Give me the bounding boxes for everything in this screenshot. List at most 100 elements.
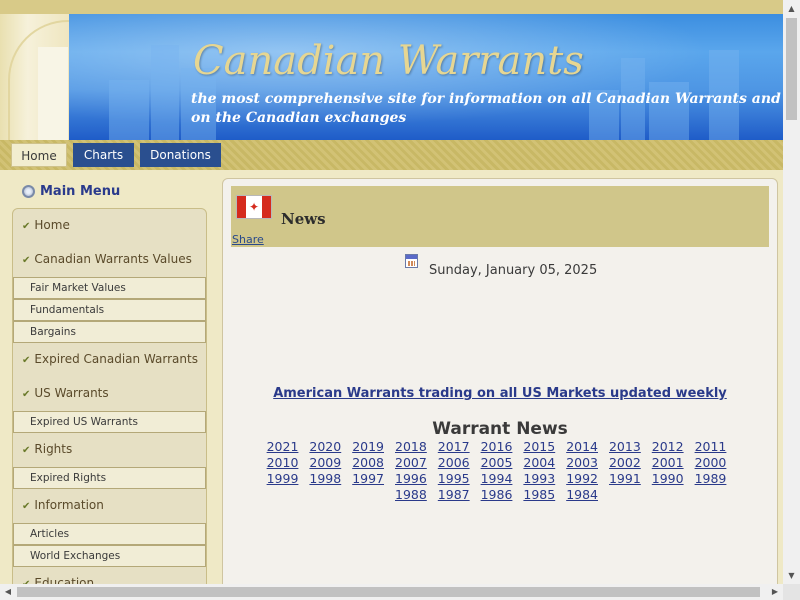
maple-leaf-icon: ✦: [248, 200, 260, 214]
menu-item-us-warrants[interactable]: ✔ US Warrants: [13, 377, 206, 411]
scroll-right-arrow-icon[interactable]: ▶: [767, 584, 783, 600]
year-link[interactable]: 2003: [566, 455, 605, 470]
vertical-scrollbar[interactable]: ▲ ▼: [783, 0, 800, 584]
menu-item-label: Rights: [34, 442, 73, 456]
year-link[interactable]: 2011: [695, 439, 734, 454]
year-link[interactable]: 2006: [438, 455, 477, 470]
us-warrants-link[interactable]: American Warrants trading on all US Mark…: [223, 386, 777, 401]
skyline-building: [151, 45, 179, 140]
year-link[interactable]: 2005: [481, 455, 520, 470]
calendar-icon: [405, 254, 418, 268]
year-link[interactable]: 2004: [523, 455, 562, 470]
year-link[interactable]: 2013: [609, 439, 648, 454]
year-link[interactable]: 2001: [652, 455, 691, 470]
decorative-pillar: [38, 47, 68, 152]
year-link[interactable]: 2009: [309, 455, 348, 470]
site-tagline: the most comprehensive site for informat…: [191, 90, 783, 128]
year-link[interactable]: 1997: [352, 471, 391, 486]
year-link[interactable]: 2007: [395, 455, 434, 470]
scroll-up-arrow-icon[interactable]: ▲: [783, 0, 800, 17]
flag-band: [262, 196, 271, 218]
menu-subitem-expired-us-warrants[interactable]: Expired US Warrants: [13, 411, 206, 433]
year-link[interactable]: 1991: [609, 471, 648, 486]
scroll-left-arrow-icon[interactable]: ◀: [0, 584, 16, 600]
year-link[interactable]: 2002: [609, 455, 648, 470]
year-link[interactable]: 2000: [695, 455, 734, 470]
site-title: Canadian Warrants: [193, 38, 584, 84]
main-menu: ✔ Home ✔ Canadian Warrants Values Fair Mar…: [12, 208, 207, 584]
menu-item-information[interactable]: ✔ Information: [13, 489, 206, 523]
menu-item-expired-canadian-warrants[interactable]: ✔ Expired Canadian Warrants: [13, 343, 206, 377]
horizontal-scrollbar[interactable]: ◀ ▶: [0, 584, 783, 600]
year-link[interactable]: 1992: [566, 471, 605, 486]
year-link[interactable]: 1999: [267, 471, 306, 486]
news-title: News: [281, 210, 326, 228]
menu-subitem-fair-market-values[interactable]: Fair Market Values: [13, 277, 206, 299]
sidebar: Main Menu ✔ Home ✔ Canadian Warrants Value…: [0, 170, 215, 584]
menu-subitem-bargains[interactable]: Bargains: [13, 321, 206, 343]
year-link[interactable]: 1988: [395, 487, 434, 502]
year-link[interactable]: 2012: [652, 439, 691, 454]
menu-item-label: Education: [34, 576, 95, 584]
current-date: Sunday, January 05, 2025: [429, 263, 598, 278]
year-link[interactable]: 2015: [523, 439, 562, 454]
year-link[interactable]: 2020: [309, 439, 348, 454]
flag-center: ✦: [246, 196, 262, 218]
year-link[interactable]: 1989: [695, 471, 734, 486]
menu-item-label: Information: [34, 498, 104, 512]
nav-tab-home[interactable]: Home: [11, 143, 67, 167]
menu-item-label: Home: [34, 218, 70, 232]
checkmark-icon: ✔: [22, 355, 31, 366]
year-link[interactable]: 2019: [352, 439, 391, 454]
vertical-scroll-thumb[interactable]: [786, 18, 797, 120]
main-content: ✦ News Share Sunday, January 05, 2025 Am…: [222, 178, 778, 584]
menu-subitem-world-exchanges[interactable]: World Exchanges: [13, 545, 206, 567]
year-links: 2021 2020 2019 2018 2017 2016 2015 2014 …: [249, 439, 751, 503]
year-link[interactable]: 1994: [481, 471, 520, 486]
horizontal-scroll-thumb[interactable]: [17, 587, 760, 597]
main-menu-title: Main Menu: [40, 184, 121, 199]
year-link[interactable]: 1995: [438, 471, 477, 486]
year-link[interactable]: 2021: [267, 439, 306, 454]
year-link[interactable]: 1993: [523, 471, 562, 486]
year-link[interactable]: 2010: [267, 455, 306, 470]
checkmark-icon: ✔: [22, 221, 31, 232]
year-link[interactable]: 1998: [309, 471, 348, 486]
menu-item-label: US Warrants: [34, 386, 109, 400]
year-link[interactable]: 1987: [438, 487, 477, 502]
site-tagline-line: the most comprehensive site for informat…: [191, 91, 783, 107]
menu-item-home[interactable]: ✔ Home: [13, 209, 206, 243]
year-link[interactable]: 2018: [395, 439, 434, 454]
year-link[interactable]: 1984: [566, 487, 605, 502]
nav-tab-donations[interactable]: Donations: [140, 143, 221, 167]
menu-item-label: Canadian Warrants Values: [34, 252, 192, 266]
warrant-news-title: Warrant News: [432, 419, 568, 439]
header-decoration: [0, 14, 128, 200]
year-link[interactable]: 1986: [481, 487, 520, 502]
page: Canadian Warrants the most comprehensive…: [0, 0, 783, 584]
checkmark-icon: ✔: [22, 389, 31, 400]
main-nav: Home Charts Donations: [0, 140, 783, 170]
year-link[interactable]: 1996: [395, 471, 434, 486]
year-link[interactable]: 2008: [352, 455, 391, 470]
year-link[interactable]: 1990: [652, 471, 691, 486]
scrollbar-corner: [783, 584, 800, 600]
menu-subitem-expired-rights[interactable]: Expired Rights: [13, 467, 206, 489]
scroll-down-arrow-icon[interactable]: ▼: [783, 567, 800, 584]
year-link[interactable]: 2016: [481, 439, 520, 454]
menu-item-label: Expired Canadian Warrants: [34, 352, 198, 366]
menu-item-rights[interactable]: ✔ Rights: [13, 433, 206, 467]
year-link[interactable]: 1985: [523, 487, 562, 502]
menu-item-canadian-warrants-values[interactable]: ✔ Canadian Warrants Values: [13, 243, 206, 277]
main-menu-heading: Main Menu: [22, 184, 120, 199]
menu-subitem-articles[interactable]: Articles: [13, 523, 206, 545]
nav-tab-charts[interactable]: Charts: [73, 143, 134, 167]
site-banner: Canadian Warrants the most comprehensive…: [69, 14, 783, 140]
flag-band: [237, 196, 246, 218]
year-link[interactable]: 2017: [438, 439, 477, 454]
share-link[interactable]: Share: [232, 233, 264, 246]
menu-subitem-fundamentals[interactable]: Fundamentals: [13, 299, 206, 321]
menu-item-education[interactable]: ✔Education: [13, 567, 206, 584]
year-link[interactable]: 2014: [566, 439, 605, 454]
canada-flag-icon: ✦: [236, 195, 272, 219]
